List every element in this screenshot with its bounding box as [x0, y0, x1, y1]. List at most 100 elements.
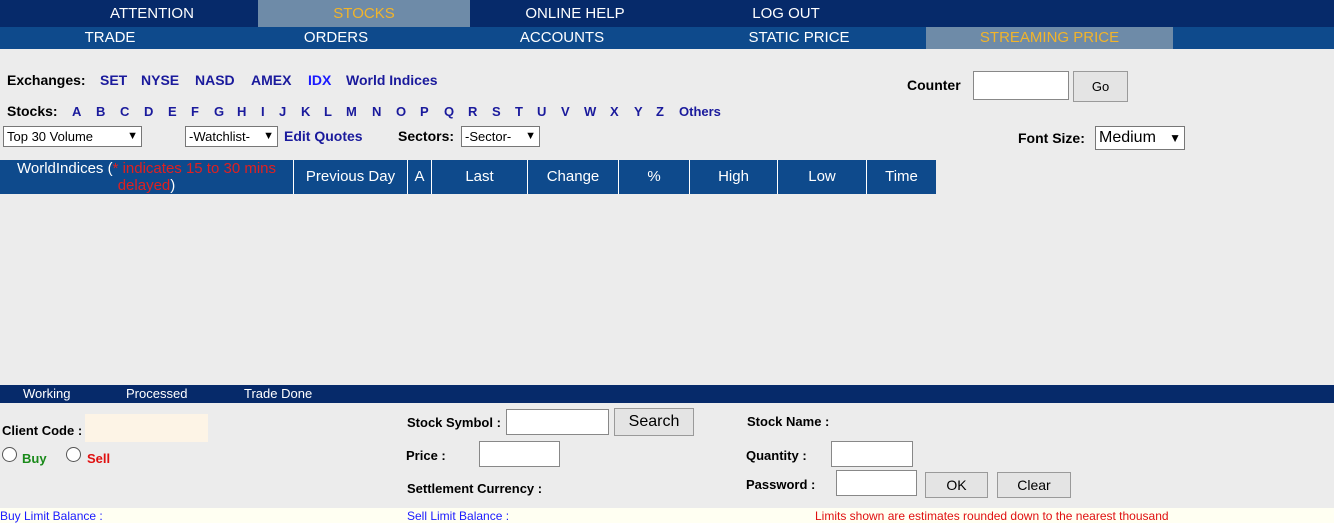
- price-input[interactable]: [479, 441, 560, 467]
- nav-stocks[interactable]: STOCKS: [258, 0, 470, 27]
- letter-b-link[interactable]: B: [96, 104, 105, 119]
- letter-n-link[interactable]: N: [372, 104, 381, 119]
- chevron-down-icon: ▼: [525, 130, 536, 142]
- tab-trade-done[interactable]: Trade Done: [244, 386, 312, 401]
- letter-o-link[interactable]: O: [396, 104, 406, 119]
- col-time[interactable]: Time: [867, 160, 936, 194]
- counter-input[interactable]: [973, 71, 1069, 100]
- subnav-accounts[interactable]: ACCOUNTS: [452, 27, 672, 49]
- sub-nav: TRADE ORDERS ACCOUNTS STATIC PRICE STREA…: [0, 27, 1334, 49]
- sell-radio[interactable]: [66, 447, 81, 462]
- font-size-select-value: Medium: [1099, 129, 1156, 146]
- footer-bar: Buy Limit Balance : Sell Limit Balance :…: [0, 508, 1334, 523]
- client-code-field[interactable]: [85, 414, 208, 442]
- nav-online-help[interactable]: ONLINE HELP: [470, 0, 680, 27]
- buy-label: Buy: [22, 451, 47, 466]
- chevron-down-icon: ▼: [263, 130, 274, 142]
- col-a[interactable]: A: [408, 160, 432, 194]
- stock-symbol-input[interactable]: [506, 409, 609, 435]
- letter-e-link[interactable]: E: [168, 104, 177, 119]
- buy-limit-balance: Buy Limit Balance :: [0, 509, 103, 523]
- stock-name-label: Stock Name :: [747, 414, 830, 429]
- sell-limit-balance: Sell Limit Balance :: [407, 509, 510, 523]
- letter-i-link[interactable]: I: [261, 104, 265, 119]
- col-previous-day[interactable]: Previous Day: [294, 160, 408, 194]
- exchange-amex-link[interactable]: AMEX: [251, 72, 291, 88]
- letter-x-link[interactable]: X: [610, 104, 619, 119]
- letter-j-link[interactable]: J: [279, 104, 286, 119]
- letter-y-link[interactable]: Y: [634, 104, 643, 119]
- exchange-nasd-link[interactable]: NASD: [195, 72, 235, 88]
- letter-c-link[interactable]: C: [120, 104, 129, 119]
- letter-s-link[interactable]: S: [492, 104, 501, 119]
- exchange-set-link[interactable]: SET: [100, 72, 127, 88]
- edit-quotes-link[interactable]: Edit Quotes: [284, 128, 363, 144]
- world-indices-title: WorldIndices (: [16, 160, 113, 177]
- delay-note: * indicates 15 to 30 mins delayed: [112, 160, 277, 194]
- subnav-trade[interactable]: TRADE: [0, 27, 220, 49]
- col-percent[interactable]: %: [619, 160, 690, 194]
- nav-log-out[interactable]: LOG OUT: [680, 0, 892, 27]
- letter-a-link[interactable]: A: [72, 104, 81, 119]
- col-high[interactable]: High: [690, 160, 778, 194]
- letter-h-link[interactable]: H: [237, 104, 246, 119]
- letter-f-link[interactable]: F: [191, 104, 199, 119]
- font-size-label: Font Size:: [1018, 130, 1085, 146]
- letter-w-link[interactable]: W: [584, 104, 596, 119]
- letter-g-link[interactable]: G: [214, 104, 224, 119]
- letter-u-link[interactable]: U: [537, 104, 546, 119]
- chevron-down-icon: ▼: [127, 130, 138, 142]
- sector-select-value: -Sector-: [465, 129, 512, 144]
- letter-others-link[interactable]: Others: [679, 104, 721, 119]
- letter-z-link[interactable]: Z: [656, 104, 664, 119]
- letter-d-link[interactable]: D: [144, 104, 153, 119]
- search-button[interactable]: Search: [614, 408, 694, 436]
- go-button[interactable]: Go: [1073, 71, 1128, 102]
- letter-r-link[interactable]: R: [468, 104, 477, 119]
- clear-button[interactable]: Clear: [997, 472, 1071, 498]
- subnav-static-price[interactable]: STATIC PRICE: [672, 27, 926, 49]
- watchlist-select[interactable]: -Watchlist- ▼: [185, 126, 278, 147]
- stock-letters: A B C D E F G H I J K L M N O P Q R S T …: [0, 104, 740, 122]
- letter-q-link[interactable]: Q: [444, 104, 454, 119]
- letter-k-link[interactable]: K: [301, 104, 310, 119]
- font-size-select[interactable]: Medium ▼: [1095, 126, 1185, 150]
- sell-label: Sell: [87, 451, 111, 466]
- counter-label: Counter: [907, 77, 961, 93]
- letter-t-link[interactable]: T: [515, 104, 523, 119]
- ok-button[interactable]: OK: [925, 472, 988, 498]
- password-input[interactable]: [836, 470, 917, 496]
- world-indices-close: ): [170, 177, 176, 194]
- stock-symbol-label: Stock Symbol :: [407, 415, 501, 430]
- sectors-label: Sectors:: [398, 128, 455, 144]
- tab-processed[interactable]: Processed: [126, 386, 187, 401]
- letter-p-link[interactable]: P: [420, 104, 429, 119]
- exchanges-label: Exchanges:: [7, 72, 86, 88]
- sector-select[interactable]: -Sector- ▼: [461, 126, 540, 147]
- volume-select-value: Top 30 Volume: [7, 129, 94, 144]
- password-label: Password :: [746, 477, 816, 492]
- client-code-label: Client Code :: [2, 423, 83, 438]
- buy-radio[interactable]: [2, 447, 17, 462]
- letter-v-link[interactable]: V: [561, 104, 570, 119]
- subnav-orders[interactable]: ORDERS: [220, 27, 452, 49]
- col-change[interactable]: Change: [528, 160, 619, 194]
- settlement-currency-label: Settlement Currency :: [407, 481, 543, 496]
- quantity-input[interactable]: [831, 441, 913, 467]
- quantity-label: Quantity :: [746, 448, 807, 463]
- main-nav: ATTENTION STOCKS ONLINE HELP LOG OUT: [0, 0, 1334, 27]
- exchange-nyse-link[interactable]: NYSE: [141, 72, 179, 88]
- nav-attention[interactable]: ATTENTION: [46, 0, 258, 27]
- order-tabs-bar: Working Processed Trade Done: [0, 385, 1334, 403]
- price-label: Price :: [406, 448, 446, 463]
- letter-m-link[interactable]: M: [346, 104, 357, 119]
- exchange-idx-link[interactable]: IDX: [308, 72, 331, 88]
- volume-select[interactable]: Top 30 Volume ▼: [3, 126, 142, 147]
- letter-l-link[interactable]: L: [324, 104, 332, 119]
- col-low[interactable]: Low: [778, 160, 867, 194]
- tab-working[interactable]: Working: [23, 386, 70, 401]
- exchange-world-indices-link[interactable]: World Indices: [346, 72, 438, 88]
- subnav-streaming-price[interactable]: STREAMING PRICE: [926, 27, 1173, 49]
- limits-note: Limits shown are estimates rounded down …: [815, 509, 1169, 523]
- col-last[interactable]: Last: [432, 160, 528, 194]
